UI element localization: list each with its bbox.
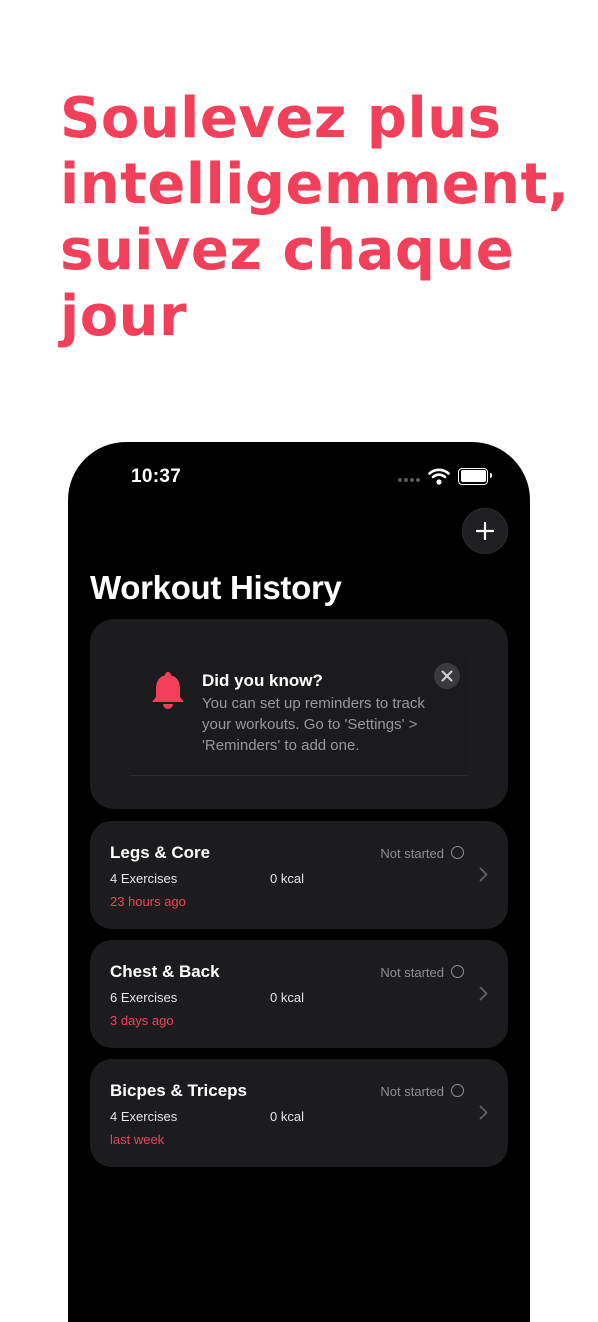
workout-card[interactable]: Bicpes & Triceps 4 Exercises 0 kcal last… xyxy=(90,1059,508,1167)
phone-screen: 10:37 Workout History Did you know? You … xyxy=(68,442,530,1322)
bell-icon xyxy=(152,672,184,709)
plus-icon xyxy=(475,521,495,541)
workout-name: Legs & Core xyxy=(110,843,211,862)
marketing-headline: Soulevez plus intelligemment, suivez cha… xyxy=(60,86,570,349)
close-icon xyxy=(441,670,453,682)
workout-status: Not started xyxy=(380,846,444,861)
chevron-right-icon xyxy=(479,1105,488,1120)
workout-time: 23 hours ago xyxy=(110,894,186,909)
status-icons xyxy=(398,467,492,485)
workout-time: 3 days ago xyxy=(110,1013,174,1028)
chevron-right-icon xyxy=(479,986,488,1001)
tip-title: Did you know? xyxy=(202,671,323,690)
status-circle-icon xyxy=(451,965,464,978)
tip-card: Did you know? You can set up reminders t… xyxy=(90,619,508,809)
workout-kcal: 0 kcal xyxy=(270,1109,304,1124)
tip-content: Did you know? You can set up reminders t… xyxy=(130,649,468,776)
dismiss-tip-button[interactable] xyxy=(434,663,460,689)
workout-time: last week xyxy=(110,1132,165,1147)
cellular-signal-icon xyxy=(398,477,420,482)
workout-exercise-count: 4 Exercises xyxy=(110,871,178,886)
battery-icon xyxy=(458,467,492,485)
workout-kcal: 0 kcal xyxy=(270,990,304,1005)
workout-exercise-count: 4 Exercises xyxy=(110,1109,178,1124)
workout-status: Not started xyxy=(380,1084,444,1099)
add-workout-button[interactable] xyxy=(462,508,508,554)
status-time: 10:37 xyxy=(131,466,182,487)
chevron-right-icon xyxy=(479,867,488,882)
status-circle-icon xyxy=(451,846,464,859)
workout-card[interactable]: Legs & Core 4 Exercises 0 kcal 23 hours … xyxy=(90,821,508,929)
workout-card[interactable]: Chest & Back 6 Exercises 0 kcal 3 days a… xyxy=(90,940,508,1048)
page-title: Workout History xyxy=(90,569,342,606)
workout-status: Not started xyxy=(380,965,444,980)
status-circle-icon xyxy=(451,1084,464,1097)
workout-kcal: 0 kcal xyxy=(270,871,304,886)
workout-name: Bicpes & Triceps xyxy=(110,1081,248,1100)
wifi-icon xyxy=(428,468,450,485)
workout-exercise-count: 6 Exercises xyxy=(110,990,178,1005)
tip-body: You can set up reminders to track your w… xyxy=(202,695,425,754)
workout-name: Chest & Back xyxy=(110,962,220,981)
